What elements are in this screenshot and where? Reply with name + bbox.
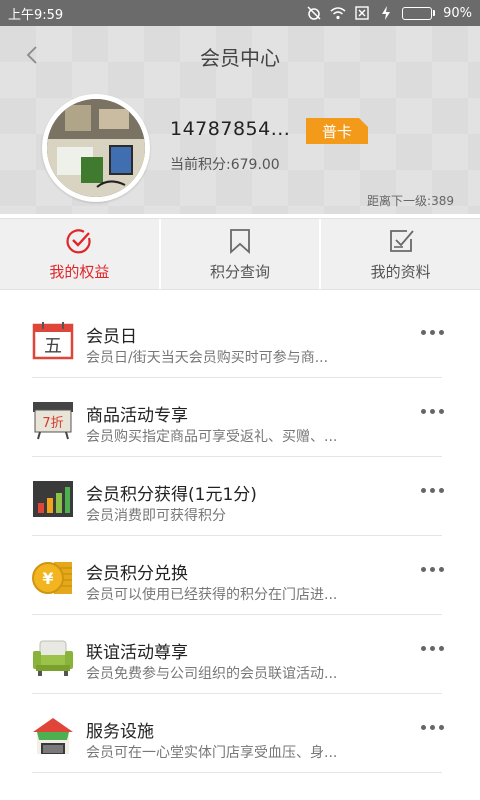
benefit-title: 会员积分兑换 bbox=[86, 564, 188, 584]
avatar-photo bbox=[47, 99, 145, 197]
more-icon[interactable] bbox=[416, 720, 448, 734]
tab-points-query[interactable]: 积分查询 bbox=[160, 219, 322, 289]
discount-sign-text: 7折 bbox=[42, 416, 63, 431]
benefit-points-earn[interactable]: 会员积分获得(1元1分) 会员消费即可获得积分 bbox=[0, 457, 480, 536]
member-level-badge: 普卡 bbox=[306, 118, 368, 144]
more-icon[interactable] bbox=[416, 325, 448, 339]
username: 14787854... bbox=[170, 118, 291, 140]
benefit-title: 联谊活动尊享 bbox=[86, 643, 188, 663]
alarm-off-icon bbox=[306, 6, 322, 20]
benefit-title: 商品活动专享 bbox=[86, 406, 188, 426]
no-sim-icon bbox=[354, 6, 370, 20]
battery-percent: 90% bbox=[443, 5, 472, 21]
discount-sign-icon: 7折 bbox=[32, 400, 74, 440]
store-icon bbox=[32, 716, 74, 756]
tab-my-benefits[interactable]: 我的权益 bbox=[0, 219, 161, 289]
profile-check-icon bbox=[387, 227, 415, 255]
benefit-social-events[interactable]: 联谊活动尊享 会员免费参与公司组织的会员联谊活动... bbox=[0, 615, 480, 694]
member-header: 会员中心 14787854... 普卡 当前积分:679.00 距离下一级:38… bbox=[0, 26, 480, 214]
divider bbox=[32, 772, 442, 773]
benefit-member-day[interactable]: 五 会员日 会员日/街天当天会员购买时可参与商... bbox=[0, 299, 480, 378]
benefit-product-promo[interactable]: 7折 商品活动专享 会员购买指定商品可享受返礼、买赠、... bbox=[0, 378, 480, 457]
more-icon[interactable] bbox=[416, 483, 448, 497]
battery-icon bbox=[402, 6, 436, 20]
benefit-description: 会员日/街天当天会员购买时可参与商... bbox=[86, 350, 329, 366]
current-points: 当前积分:679.00 bbox=[170, 157, 280, 173]
coin-icon-text: ¥ bbox=[42, 569, 53, 588]
benefit-description: 会员可以使用已经获得的积分在门店进... bbox=[86, 587, 338, 603]
benefit-service-facilities[interactable]: 服务设施 会员可在一心堂实体门店享受血压、身... bbox=[0, 694, 480, 773]
status-bar: 上午9:59 90% bbox=[0, 0, 480, 26]
more-icon[interactable] bbox=[416, 404, 448, 418]
benefit-title: 会员积分获得(1元1分) bbox=[86, 485, 257, 505]
more-icon[interactable] bbox=[416, 641, 448, 655]
checkmark-circle-icon bbox=[65, 227, 93, 255]
bookmark-icon bbox=[226, 227, 254, 255]
charging-icon bbox=[378, 6, 394, 20]
bar-chart-icon bbox=[32, 479, 74, 519]
benefit-description: 会员购买指定商品可享受返礼、买赠、... bbox=[86, 429, 338, 445]
more-icon[interactable] bbox=[416, 562, 448, 576]
tab-label: 我的权益 bbox=[49, 262, 110, 281]
status-icons: 90% bbox=[306, 6, 472, 21]
benefit-description: 会员免费参与公司组织的会员联谊活动... bbox=[86, 666, 338, 682]
calendar-icon: 五 bbox=[32, 321, 74, 361]
benefit-description: 会员可在一心堂实体门店享受血压、身... bbox=[86, 745, 338, 761]
sofa-icon bbox=[32, 637, 74, 677]
wifi-icon bbox=[330, 6, 346, 20]
avatar[interactable] bbox=[42, 94, 150, 202]
tab-label: 我的资料 bbox=[370, 262, 431, 281]
next-level-points: 距离下一级:389 bbox=[367, 194, 454, 208]
tab-my-profile[interactable]: 我的资料 bbox=[321, 219, 480, 289]
benefit-points-redeem[interactable]: ¥ 会员积分兑换 会员可以使用已经获得的积分在门店进... bbox=[0, 536, 480, 615]
benefit-title: 会员日 bbox=[86, 327, 137, 347]
status-time: 上午9:59 bbox=[8, 7, 64, 23]
tab-bar: 我的权益 积分查询 我的资料 bbox=[0, 218, 480, 290]
benefit-description: 会员消费即可获得积分 bbox=[86, 508, 226, 524]
benefit-title: 服务设施 bbox=[86, 722, 154, 742]
calendar-icon-text: 五 bbox=[44, 336, 62, 357]
tab-label: 积分查询 bbox=[210, 262, 271, 281]
coin-icon: ¥ bbox=[32, 558, 74, 598]
page-title: 会员中心 bbox=[200, 46, 280, 70]
benefit-list: 五 会员日 会员日/街天当天会员购买时可参与商... 7折 商品活动专享 会员购… bbox=[0, 299, 480, 773]
